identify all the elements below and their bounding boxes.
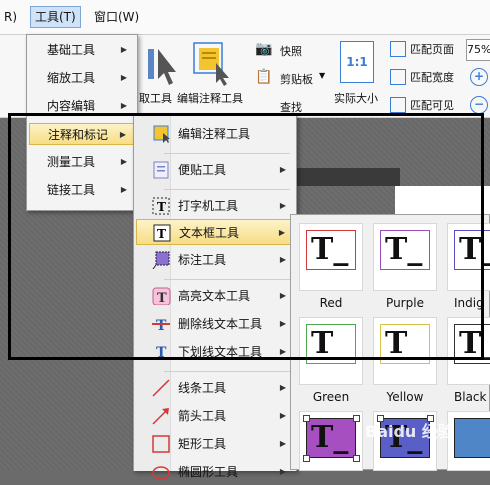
textbox-style-green[interactable]: T_ Green	[299, 317, 363, 404]
rectangle-icon	[152, 435, 170, 453]
menu-item-comment-markup[interactable]: 注释和标记 ▶	[29, 123, 135, 145]
edit-annotation-icon	[153, 125, 170, 143]
fit-visible-label[interactable]: 匹配可见	[410, 97, 454, 113]
callout-icon	[152, 251, 170, 269]
take-tool-label[interactable]: 取工具	[139, 90, 172, 106]
textbox-glyph: T_	[459, 232, 490, 267]
textbox-style-black[interactable]: T_ Black	[447, 317, 490, 404]
textbox-glyph: T_	[385, 232, 423, 267]
chevron-down-icon[interactable]: ▼	[319, 71, 325, 80]
textbox-glyph: T_	[459, 326, 490, 361]
menu-item-line[interactable]: 线条工具 ▶	[136, 375, 294, 401]
line-icon	[152, 379, 170, 397]
menu-item-strikeout-text[interactable]: T 删除线文本工具 ▶	[136, 311, 294, 337]
fit-page-label[interactable]: 匹配页面	[410, 41, 454, 57]
style-name: Black	[454, 390, 487, 404]
menu-item-rectangle[interactable]: 矩形工具 ▶	[136, 431, 294, 457]
menu-item-ellipse[interactable]: 椭圆形工具 ▶	[136, 459, 294, 485]
menu-item-content-editing[interactable]: 内容编辑 ▶	[29, 95, 135, 117]
textbox-style-red[interactable]: T_ Red	[299, 223, 363, 310]
style-name: Indig	[454, 296, 484, 310]
zoom-out-icon[interactable]: −	[470, 96, 488, 114]
actual-size-icon[interactable]: 1:1	[340, 41, 374, 83]
typewriter-icon: T	[152, 197, 170, 215]
actual-size-label[interactable]: 实际大小	[334, 90, 378, 106]
menu-previous-partial[interactable]: R)	[0, 7, 21, 27]
textbox-glyph: T_	[385, 326, 423, 361]
style-name: Purple	[386, 296, 424, 310]
highlight-text-icon: T	[152, 287, 171, 305]
zoom-input[interactable]: 75%	[466, 39, 490, 61]
style-name: Yellow	[386, 390, 424, 404]
textbox-glyph: T_	[311, 420, 349, 455]
style-name: Green	[312, 390, 350, 404]
camera-icon[interactable]: 📷	[255, 41, 272, 57]
menu-tools[interactable]: 工具(T)	[30, 6, 81, 28]
style-name: Red	[319, 296, 343, 310]
underline-text-icon: T	[153, 345, 169, 361]
menu-item-measure-tools[interactable]: 测量工具 ▶	[29, 151, 135, 173]
clipboard-icon[interactable]: 📋	[255, 69, 272, 85]
textbox-style-filled-purple[interactable]: T_	[299, 411, 363, 471]
svg-text:T: T	[157, 227, 166, 241]
svg-text:T: T	[157, 291, 167, 305]
edit-annotation-tool-label[interactable]: 编辑注释工具	[177, 90, 243, 106]
menu-item-basic-tools[interactable]: 基础工具 ▶	[29, 39, 135, 61]
menu-window[interactable]: 窗口(W)	[90, 7, 143, 27]
menu-item-sticky-note[interactable]: 便贴工具 ▶	[136, 157, 294, 183]
tools-menu: 基础工具 ▶ 缩放工具 ▶ 内容编辑 ▶ 注释和标记 ▶ 测量工具 ▶ 链接工具 ▶	[26, 34, 138, 211]
clipboard-label[interactable]: 剪贴板	[280, 71, 313, 87]
fit-width-label[interactable]: 匹配宽度	[410, 69, 454, 85]
find-label[interactable]: 查找	[280, 99, 302, 115]
svg-text:T: T	[156, 318, 167, 333]
fit-visible-icon[interactable]	[390, 97, 406, 113]
menu-item-typewriter[interactable]: T 打字机工具 ▶	[136, 193, 294, 219]
arrow-icon	[152, 408, 169, 425]
menu-bar: R) 工具(T) 窗口(W)	[0, 0, 490, 35]
textbox-style-yellow[interactable]: T_ Yellow	[373, 317, 437, 404]
menu-item-arrow[interactable]: 箭头工具 ▶	[136, 403, 294, 429]
menu-item-highlight-text[interactable]: T 高亮文本工具 ▶	[136, 283, 294, 309]
menu-item-callout[interactable]: 标注工具 ▶	[136, 247, 294, 273]
fit-page-icon[interactable]	[390, 41, 406, 57]
textbox-glyph: T_	[311, 232, 349, 267]
sticky-note-icon	[153, 161, 169, 179]
textbox-style-purple[interactable]: T_ Purple	[373, 223, 437, 310]
annotation-menu: 编辑注释工具 便贴工具 ▶ T 打字机工具 ▶ T 文本框工具 ▶ 标注工具 ▶ T 高…	[133, 114, 297, 480]
strikeout-text-icon: T	[152, 318, 170, 333]
zoom-in-icon[interactable]: +	[470, 68, 488, 86]
snapshot-label[interactable]: 快照	[280, 43, 302, 59]
ellipse-icon	[152, 466, 170, 480]
menu-item-edit-annotation[interactable]: 编辑注释工具	[136, 121, 294, 147]
fit-width-icon[interactable]	[390, 69, 406, 85]
menu-item-textbox[interactable]: T 文本框工具 ▶	[136, 219, 294, 245]
menu-item-zoom-tools[interactable]: 缩放工具 ▶	[29, 67, 135, 89]
textbox-style-indigo[interactable]: T_ Indig	[447, 223, 490, 310]
textbox-glyph: T_	[311, 326, 349, 361]
menu-item-link-tools[interactable]: 链接工具 ▶	[29, 179, 135, 201]
edit-annotation-icon[interactable]	[190, 39, 234, 87]
textbox-icon: T	[153, 224, 171, 242]
menu-item-underline-text[interactable]: T 下划线文本工具 ▶	[136, 339, 294, 365]
watermark-text: Baidu 经验	[365, 422, 454, 441]
svg-text:T: T	[157, 200, 166, 214]
select-cursor-icon[interactable]	[148, 43, 176, 87]
